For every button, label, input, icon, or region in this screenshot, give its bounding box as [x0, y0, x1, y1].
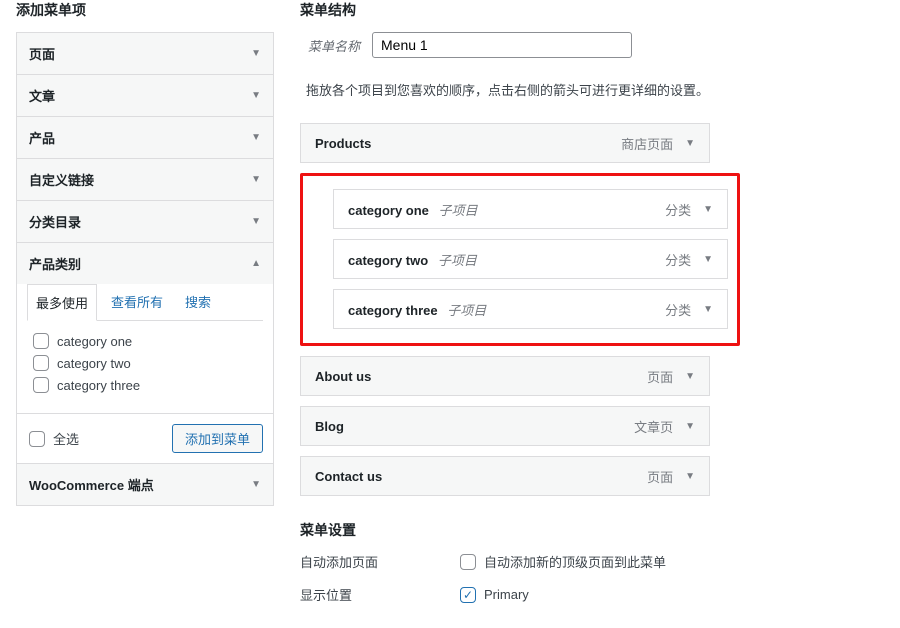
- category-checklist: category one category two category three: [17, 321, 273, 403]
- acc-product-categories-label: 产品类别: [29, 254, 81, 273]
- display-location-label: 显示位置: [300, 585, 460, 604]
- check-category-two[interactable]: category two: [33, 355, 257, 371]
- acc-custom-links[interactable]: 自定义链接 ▼: [17, 159, 273, 200]
- auto-add-option[interactable]: 自动添加新的顶级页面到此菜单: [460, 552, 666, 571]
- acc-wc-endpoints-label: WooCommerce 端点: [29, 475, 154, 494]
- menu-item-title: category one 子项目: [348, 200, 478, 219]
- sub-indicator: 子项目: [439, 203, 478, 218]
- menu-name-label: 菜单名称: [308, 36, 360, 55]
- menu-item-contact[interactable]: Contact us 页面 ▼: [300, 456, 710, 496]
- location-primary-option[interactable]: Primary: [460, 585, 529, 604]
- location-primary-label: Primary: [484, 587, 529, 602]
- menu-item-products[interactable]: Products 商店页面 ▼: [300, 123, 710, 163]
- acc-categories-label: 分类目录: [29, 212, 81, 231]
- menu-structure-heading: 菜单结构: [300, 0, 884, 20]
- acc-posts-label: 文章: [29, 86, 55, 105]
- menu-settings-heading: 菜单设置: [300, 520, 884, 540]
- checkbox-icon: [29, 431, 45, 447]
- sub-indicator: 子项目: [438, 253, 477, 268]
- chevron-up-icon: ▲: [251, 258, 261, 269]
- chevron-down-icon[interactable]: ▼: [703, 254, 713, 265]
- chevron-down-icon: ▼: [251, 479, 261, 490]
- acc-products[interactable]: 产品 ▼: [17, 117, 273, 158]
- menu-item-title: Contact us: [315, 469, 382, 484]
- menu-item-title: Blog: [315, 419, 344, 434]
- acc-categories[interactable]: 分类目录 ▼: [17, 201, 273, 242]
- check-category-one[interactable]: category one: [33, 333, 257, 349]
- menu-item-about[interactable]: About us 页面 ▼: [300, 356, 710, 396]
- check-category-three[interactable]: category three: [33, 377, 257, 393]
- chevron-down-icon: ▼: [251, 132, 261, 143]
- menu-item-blog[interactable]: Blog 文章页 ▼: [300, 406, 710, 446]
- acc-pages[interactable]: 页面 ▼: [17, 33, 273, 74]
- auto-add-desc: 自动添加新的顶级页面到此菜单: [484, 552, 666, 571]
- chevron-down-icon[interactable]: ▼: [685, 471, 695, 482]
- chevron-down-icon[interactable]: ▼: [685, 138, 695, 149]
- menu-item-type: 分类: [665, 300, 691, 319]
- structure-hint: 拖放各个项目到您喜欢的顺序，点击右侧的箭头可进行更详细的设置。: [306, 80, 884, 99]
- menu-item-type: 商店页面: [621, 134, 673, 153]
- acc-wc-endpoints[interactable]: WooCommerce 端点 ▼: [17, 464, 273, 505]
- menu-name-input[interactable]: [372, 32, 632, 58]
- chevron-down-icon[interactable]: ▼: [703, 204, 713, 215]
- menu-item-type: 页面: [647, 367, 673, 386]
- menu-item-title: category three 子项目: [348, 300, 486, 319]
- add-items-accordion: 页面 ▼ 文章 ▼ 产品 ▼ 自定义链接 ▼: [16, 32, 274, 506]
- check-label: category two: [57, 356, 131, 371]
- chevron-down-icon[interactable]: ▼: [685, 421, 695, 432]
- chevron-down-icon[interactable]: ▼: [703, 304, 713, 315]
- select-all-label: 全选: [53, 429, 79, 448]
- tab-search[interactable]: 搜索: [177, 284, 219, 320]
- menu-item-child[interactable]: category one 子项目 分类 ▼: [333, 189, 728, 229]
- category-tabs: 最多使用 查看所有 搜索: [27, 284, 263, 321]
- chevron-down-icon: ▼: [251, 90, 261, 101]
- menu-item-type: 文章页: [634, 417, 673, 436]
- check-label: category three: [57, 378, 140, 393]
- menu-item-title: Products: [315, 136, 371, 151]
- auto-add-label: 自动添加页面: [300, 552, 460, 571]
- add-menu-items-heading: 添加菜单项: [16, 0, 274, 20]
- chevron-down-icon: ▼: [251, 216, 261, 227]
- highlighted-children: category one 子项目 分类 ▼ category two 子项目 分…: [300, 173, 740, 346]
- checkbox-icon: [33, 377, 49, 393]
- checkbox-icon: [33, 333, 49, 349]
- menu-item-title: About us: [315, 369, 371, 384]
- acc-custom-links-label: 自定义链接: [29, 170, 94, 189]
- checkbox-icon: [460, 554, 476, 570]
- add-to-menu-button[interactable]: 添加到菜单: [172, 424, 263, 453]
- tab-most-used[interactable]: 最多使用: [27, 284, 97, 321]
- checkbox-checked-icon: [460, 587, 476, 603]
- acc-product-categories[interactable]: 产品类别 ▲: [17, 243, 273, 284]
- menu-item-type: 分类: [665, 250, 691, 269]
- checkbox-icon: [33, 355, 49, 371]
- chevron-down-icon: ▼: [251, 48, 261, 59]
- chevron-down-icon: ▼: [251, 174, 261, 185]
- acc-pages-label: 页面: [29, 44, 55, 63]
- menu-item-title: category two 子项目: [348, 250, 477, 269]
- acc-posts[interactable]: 文章 ▼: [17, 75, 273, 116]
- acc-product-categories-body: 最多使用 查看所有 搜索 category one category two: [17, 284, 273, 463]
- menu-item-type: 分类: [665, 200, 691, 219]
- menu-item-child[interactable]: category three 子项目 分类 ▼: [333, 289, 728, 329]
- acc-products-label: 产品: [29, 128, 55, 147]
- check-label: category one: [57, 334, 132, 349]
- menu-item-type: 页面: [647, 467, 673, 486]
- tab-view-all[interactable]: 查看所有: [103, 284, 171, 320]
- chevron-down-icon[interactable]: ▼: [685, 371, 695, 382]
- sub-indicator: 子项目: [447, 303, 486, 318]
- select-all[interactable]: 全选: [29, 429, 79, 448]
- menu-item-child[interactable]: category two 子项目 分类 ▼: [333, 239, 728, 279]
